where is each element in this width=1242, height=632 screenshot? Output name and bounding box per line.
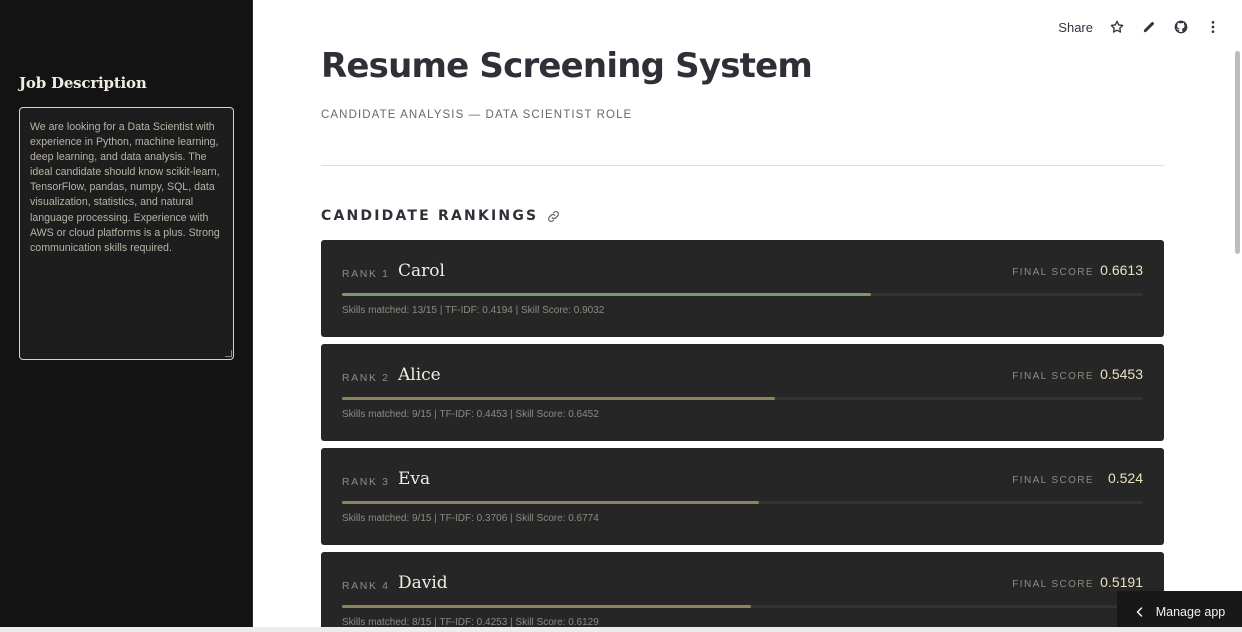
app-toolbar: Share: [1058, 17, 1221, 37]
score-bar: [342, 501, 1143, 504]
link-icon[interactable]: [546, 209, 561, 224]
scrollbar-thumb[interactable]: [1235, 51, 1240, 254]
candidate-name: David: [398, 573, 448, 593]
final-score-value: 0.5191: [1100, 574, 1143, 590]
github-icon[interactable]: [1173, 19, 1189, 35]
final-score-label: FINAL SCORE: [1012, 475, 1094, 486]
candidate-rank: RANK 4: [342, 580, 390, 592]
final-score-label: FINAL SCORE: [1012, 371, 1094, 382]
score-bar-fill: [342, 397, 776, 400]
final-score-label: FINAL SCORE: [1012, 579, 1094, 590]
candidate-rank: RANK 3: [342, 476, 390, 488]
candidate-name: Eva: [398, 469, 431, 489]
candidate-rank: RANK 2: [342, 372, 390, 384]
candidate-card: RANK 4 David FINAL SCORE 0.5191 Skills m…: [321, 552, 1164, 627]
sidebar-title: Job Description: [19, 74, 147, 92]
star-icon[interactable]: [1109, 19, 1125, 35]
page-title: Resume Screening System: [321, 46, 813, 86]
manage-app-label: Manage app: [1155, 604, 1226, 619]
score-bar: [342, 605, 1143, 608]
more-vert-icon[interactable]: [1205, 19, 1221, 35]
score-bar-fill: [342, 501, 760, 504]
manage-app-button[interactable]: Manage app: [1117, 591, 1242, 632]
final-score-value: 0.6613: [1100, 262, 1143, 278]
textarea-resize-handle[interactable]: [225, 350, 232, 357]
candidate-details: Skills matched: 8/15 | TF-IDF: 0.4253 | …: [342, 617, 599, 627]
candidate-details: Skills matched: 9/15 | TF-IDF: 0.3706 | …: [342, 513, 599, 524]
candidate-rank: RANK 1: [342, 268, 390, 280]
candidate-card: RANK 1 Carol FINAL SCORE 0.6613 Skills m…: [321, 240, 1164, 337]
final-score-value: 0.5453: [1100, 366, 1143, 382]
score-bar: [342, 397, 1143, 400]
final-score-label: FINAL SCORE: [1012, 267, 1094, 278]
score-bar: [342, 293, 1143, 296]
main-content: Share Resume Screening System CANDIDATE …: [253, 0, 1242, 627]
share-button[interactable]: Share: [1058, 20, 1093, 35]
score-bar-fill: [342, 293, 872, 296]
candidate-name: Carol: [398, 261, 445, 281]
chevron-left-icon: [1136, 606, 1142, 617]
job-description-textarea[interactable]: We are looking for a Data Scientist with…: [19, 107, 234, 360]
header-divider: [321, 165, 1164, 166]
final-score-value: 0.524: [1107, 470, 1143, 486]
candidate-details: Skills matched: 13/15 | TF-IDF: 0.4194 |…: [342, 305, 605, 316]
rankings-heading: CANDIDATE RANKINGS: [321, 206, 561, 226]
candidate-card: RANK 2 Alice FINAL SCORE 0.5453 Skills m…: [321, 344, 1164, 441]
window-bottom-edge: [0, 627, 1242, 632]
main-scrollbar[interactable]: [1230, 0, 1242, 627]
score-bar-fill: [342, 605, 752, 608]
candidate-details: Skills matched: 9/15 | TF-IDF: 0.4453 | …: [342, 409, 599, 420]
candidate-card: RANK 3 Eva FINAL SCORE 0.524 Skills matc…: [321, 448, 1164, 545]
rankings-heading-text: CANDIDATE RANKINGS: [321, 208, 539, 224]
sidebar: Job Description We are looking for a Dat…: [0, 0, 253, 627]
pencil-icon[interactable]: [1141, 19, 1157, 35]
candidate-name: Alice: [398, 365, 441, 385]
page-subtitle: CANDIDATE ANALYSIS — DATA SCIENTIST ROLE: [321, 109, 633, 121]
